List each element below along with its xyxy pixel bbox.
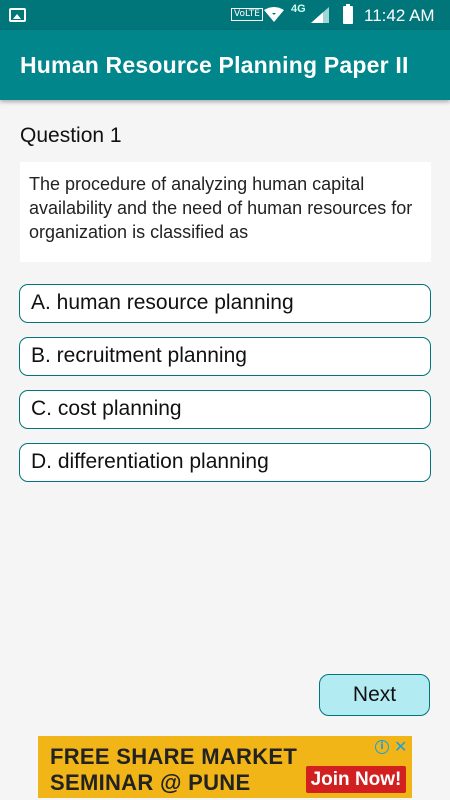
app-bar: Human Resource Planning Paper II (0, 30, 450, 100)
question-text: The procedure of analyzing human capital… (20, 162, 431, 262)
app-title: Human Resource Planning Paper II (20, 52, 409, 78)
close-icon[interactable]: ✕ (394, 737, 407, 756)
network-type: 4G (291, 3, 306, 15)
next-button[interactable]: Next (319, 674, 430, 716)
volte-indicator: VoLTE (231, 8, 263, 21)
option-b[interactable]: B. recruitment planning (19, 337, 431, 376)
ad-join-button[interactable]: Join Now! (306, 766, 406, 793)
status-bar: VoLTE 4G 11:42 AM (0, 0, 450, 30)
signal-icon (311, 7, 329, 23)
option-a[interactable]: A. human resource planning (19, 284, 431, 323)
ad-banner[interactable]: FREE SHARE MARKET SEMINAR @ PUNE Join No… (38, 736, 412, 798)
info-icon[interactable]: i (375, 740, 389, 754)
ad-headline-line1: FREE SHARE MARKET (50, 744, 298, 769)
image-icon (9, 8, 26, 22)
question-number: Question 1 (20, 124, 122, 147)
battery-icon (343, 4, 353, 24)
ad-headline-line2: SEMINAR @ PUNE (50, 770, 251, 795)
option-d[interactable]: D. differentiation planning (19, 443, 431, 482)
wifi-icon (264, 7, 284, 22)
option-c[interactable]: C. cost planning (19, 390, 431, 429)
clock: 11:42 AM (364, 6, 435, 25)
